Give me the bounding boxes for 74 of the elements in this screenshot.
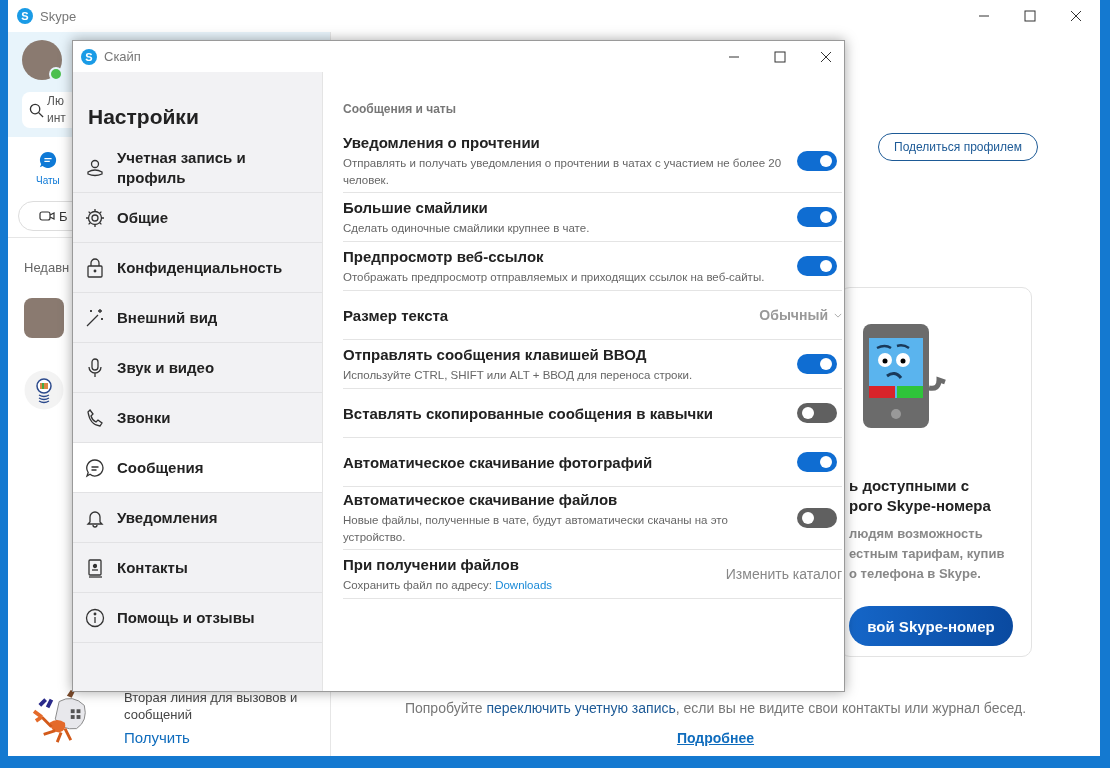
recent-heading: Недавн — [24, 259, 70, 277]
share-profile-button[interactable]: Поделиться профилем — [878, 133, 1038, 161]
close-button[interactable] — [1070, 10, 1082, 22]
settings-menu-item[interactable]: Общие — [73, 193, 322, 243]
toggle-switch[interactable] — [797, 508, 837, 528]
setting-description: Новые файлы, полученные в чате, будут автоматически скачаны на это устройство. — [343, 513, 729, 545]
photo-placeholder[interactable] — [24, 298, 64, 338]
close-button[interactable] — [820, 50, 832, 63]
get-skype-number-button[interactable]: вой Skype-номер — [849, 606, 1013, 646]
settings-menu-item[interactable]: Звук и видео — [73, 343, 322, 393]
save-location-text: Сохранить файл по адресу: Downloads — [343, 577, 554, 593]
search-icon — [29, 102, 44, 118]
promo-title: ь доступными с — [849, 476, 971, 496]
settings-menu-item[interactable]: Помощь и отзывы — [73, 593, 322, 643]
phone-icon — [85, 407, 105, 428]
setting-title: Большие смайлики — [343, 197, 489, 217]
toggle-switch[interactable] — [797, 403, 837, 423]
toggle-switch[interactable] — [797, 354, 837, 374]
toggle-switch[interactable] — [797, 452, 837, 472]
microphone-icon — [85, 357, 105, 378]
settings-menu-item[interactable]: Сообщения — [73, 443, 322, 493]
promo-description: о телефона в Skype. — [849, 565, 982, 583]
promo-title: рого Skype-номера — [849, 496, 992, 516]
setting-description: Отправлять и получать уведомления о прочтении в чатах с участием не более 20 человек. — [343, 156, 783, 188]
magic-wand-icon — [85, 307, 105, 328]
skype-logo: S — [81, 48, 97, 65]
switch-account-link[interactable]: переключить учетную запись — [486, 700, 676, 716]
settings-menu-item[interactable]: Контакты — [73, 543, 322, 593]
setting-title: Размер текста — [343, 305, 450, 325]
dialog-title: Скайп — [104, 49, 141, 64]
second-line-promo-text: Вторая линия для вызовов и сообщений — [124, 688, 299, 723]
get-link[interactable]: Получить — [124, 728, 299, 746]
toggle-switch[interactable] — [797, 151, 837, 171]
contact-book-icon — [85, 557, 105, 578]
setting-title: Вставлять скопированные сообщения в кавычки — [343, 403, 714, 423]
chevron-down-icon — [834, 312, 842, 318]
settings-menu-item[interactable]: Учетная запись и профиль — [73, 143, 322, 193]
downloads-link[interactable]: Downloads — [495, 578, 553, 591]
settings-menu-item[interactable]: Уведомления — [73, 493, 322, 543]
chats-tab[interactable]: Чаты — [36, 151, 60, 189]
setting-description: Отображать предпросмотр отправляемых и приходящих ссылок на веб-сайты. — [343, 269, 766, 285]
setting-title: Предпросмотр веб-ссылок — [343, 246, 545, 266]
search-placeholder: Лю инт — [47, 93, 66, 127]
settings-heading: Настройки — [87, 104, 200, 130]
lock-icon — [85, 257, 105, 278]
window-title: Skype — [40, 8, 77, 24]
setting-description: Сделать одиночные смайлики крупнее в чате. — [343, 220, 591, 236]
setting-title: Уведомления о прочтении — [343, 133, 541, 152]
promo-description: людям возможность — [849, 525, 984, 543]
learn-more-link[interactable]: Подробнее — [676, 730, 755, 746]
settings-icon — [85, 207, 105, 228]
maximize-button[interactable] — [1024, 10, 1036, 22]
setting-title: Отправлять сообщения клавишей ВВОД — [343, 344, 648, 364]
settings-menu-item[interactable]: Внешний вид — [73, 293, 322, 343]
setting-title: Автоматическое скачивание фотографий — [343, 452, 654, 472]
info-icon — [85, 607, 105, 628]
skype-logo: S — [17, 8, 33, 24]
setting-title: Автоматическое скачивание файлов — [343, 490, 619, 509]
switch-account-hint: Попробуйте переключить учетную запись, если вы не видите свои контакты или журнал бесед. — [404, 700, 1027, 716]
toggle-switch[interactable] — [797, 207, 837, 227]
chat-bubble-icon — [85, 457, 105, 478]
video-camera-icon — [39, 208, 55, 224]
settings-menu-item[interactable]: Конфиденциальность — [73, 243, 322, 293]
toggle-switch[interactable] — [797, 256, 837, 276]
setting-description: Используйте CTRL, SHIFT или ALT + ВВОД для переноса строки. — [343, 367, 694, 383]
promo-description: естным тарифам, купив — [849, 545, 1006, 563]
chat-bubble-icon — [38, 151, 57, 169]
setting-title: При получении файлов — [343, 554, 520, 574]
bot-avatar-icon[interactable] — [24, 370, 64, 410]
person-icon — [85, 157, 105, 178]
profile-avatar[interactable] — [22, 40, 62, 80]
change-folder-link[interactable]: Изменить каталог — [725, 566, 842, 582]
maximize-button[interactable] — [774, 50, 786, 63]
section-title: Сообщения и чаты — [343, 102, 457, 116]
